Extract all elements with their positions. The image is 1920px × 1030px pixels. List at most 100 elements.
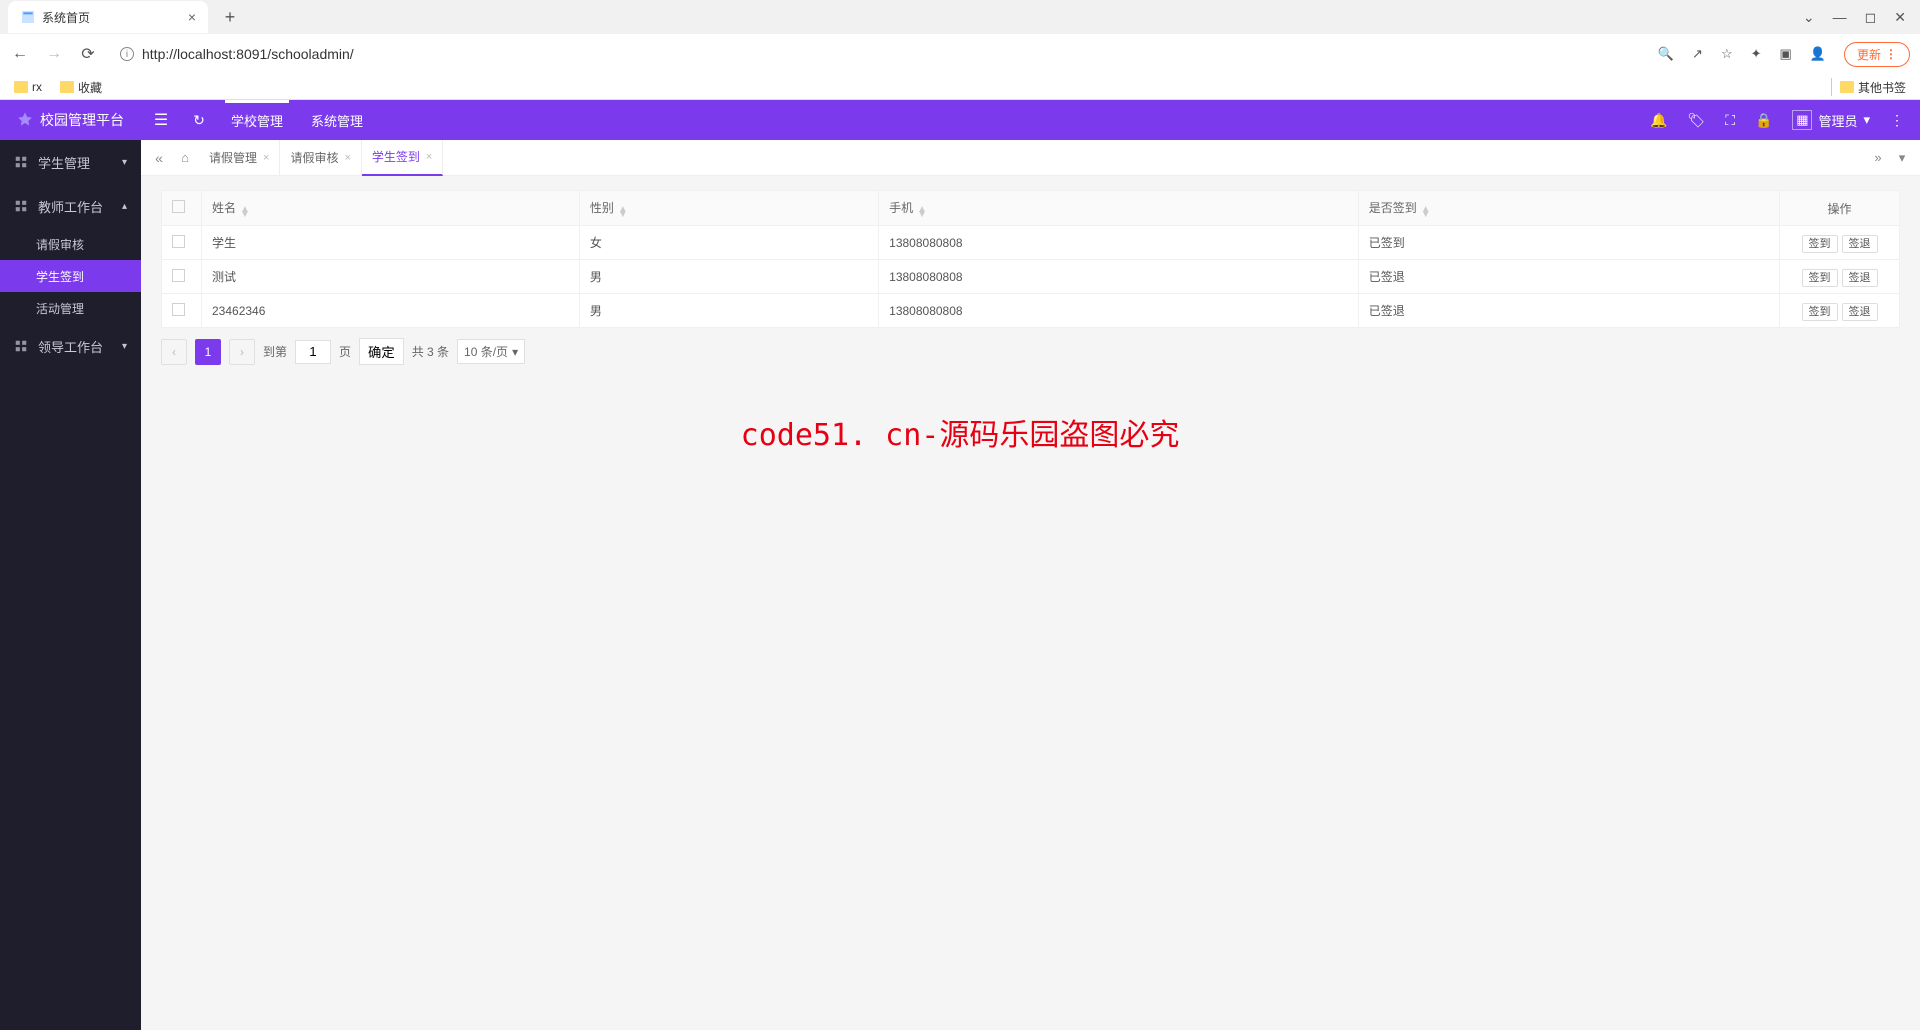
tab-leave-manage[interactable]: 请假管理× xyxy=(199,140,280,176)
col-phone[interactable]: 手机▲▼ xyxy=(879,191,1359,226)
row-checkbox[interactable] xyxy=(172,303,185,316)
row-action-button[interactable]: 签退 xyxy=(1842,303,1878,321)
row-action-button[interactable]: 签退 xyxy=(1842,235,1878,253)
update-button[interactable]: 更新⋮ xyxy=(1844,42,1910,67)
folder-icon xyxy=(60,81,74,93)
more-icon[interactable]: ⋮ xyxy=(1890,112,1904,129)
row-checkbox[interactable] xyxy=(172,269,185,282)
profile-icon[interactable]: 👤 xyxy=(1810,46,1826,62)
close-icon[interactable]: × xyxy=(263,152,269,164)
tabs-collapse-left[interactable]: « xyxy=(147,150,171,166)
col-status[interactable]: 是否签到▲▼ xyxy=(1358,191,1779,226)
tab-student-signin[interactable]: 学生签到× xyxy=(362,140,443,176)
cell-name: 测试 xyxy=(202,260,580,294)
sidebar-group-teacher[interactable]: 教师工作台 ▴ xyxy=(0,184,141,228)
page-size-select[interactable]: 10 条/页▾ xyxy=(457,339,525,364)
back-button[interactable]: ← xyxy=(10,45,30,63)
goto-label: 到第 xyxy=(263,343,287,360)
close-icon[interactable]: × xyxy=(188,9,196,25)
star-icon[interactable]: ☆ xyxy=(1721,46,1733,62)
browser-tab-title: 系统首页 xyxy=(42,9,90,26)
table-row: 测试男13808080808已签退签到签退 xyxy=(162,260,1900,294)
cell-status: 已签退 xyxy=(1358,260,1779,294)
sort-icon: ▲▼ xyxy=(240,207,250,217)
next-page[interactable]: › xyxy=(229,339,255,365)
divider xyxy=(1831,78,1832,96)
url-input[interactable]: i http://localhost:8091/schooladmin/ xyxy=(112,46,1644,62)
row-checkbox[interactable] xyxy=(172,235,185,248)
grid-icon xyxy=(14,155,28,169)
tabs-dropdown[interactable]: ▾ xyxy=(1890,150,1914,166)
minimize-icon[interactable]: — xyxy=(1833,9,1847,26)
top-menu-system[interactable]: 系统管理 xyxy=(297,100,377,140)
col-gender[interactable]: 性别▲▼ xyxy=(579,191,878,226)
watermark: code51. cn-源码乐园盗图必究 xyxy=(741,410,1180,454)
close-icon[interactable]: × xyxy=(344,152,350,164)
col-name[interactable]: 姓名▲▼ xyxy=(202,191,580,226)
page-1[interactable]: 1 xyxy=(195,339,221,365)
sidebar: 学生管理 ▾ 教师工作台 ▴ 请假审核 学生签到 活动管理 领导工作台 ▾ xyxy=(0,140,141,1030)
top-menu-school[interactable]: 学校管理 xyxy=(217,100,297,140)
new-tab-button[interactable]: + xyxy=(216,3,244,31)
sidebar-toggle[interactable]: ☰ xyxy=(141,110,181,130)
cell-name: 学生 xyxy=(202,226,580,260)
bookmark-item[interactable]: 收藏 xyxy=(60,79,102,96)
tag-icon[interactable]: 🏷 xyxy=(1687,112,1705,129)
bookmarks-bar: rx 收藏 其他书签 xyxy=(0,74,1920,100)
extensions-icon[interactable]: ✦ xyxy=(1751,46,1762,62)
reload-button[interactable]: ⟳ xyxy=(78,44,98,64)
sidebar-item-signin[interactable]: 学生签到 xyxy=(0,260,141,292)
chevron-down-icon[interactable]: ⌄ xyxy=(1803,9,1815,26)
bell-icon[interactable]: 🔔 xyxy=(1650,112,1667,129)
sidebar-item-activity[interactable]: 活动管理 xyxy=(0,292,141,324)
window-controls: ⌄ — ◻ ✕ xyxy=(1803,9,1920,26)
col-action: 操作 xyxy=(1780,191,1900,226)
forward-button[interactable]: → xyxy=(44,45,64,63)
cell-phone: 13808080808 xyxy=(879,226,1359,260)
checkbox-all[interactable] xyxy=(172,200,185,213)
goto-input[interactable] xyxy=(295,340,331,364)
lock-icon[interactable]: 🔒 xyxy=(1755,112,1772,129)
bookmark-item[interactable]: rx xyxy=(14,80,42,94)
browser-chrome: 系统首页 × + ⌄ — ◻ ✕ ← → ⟳ i http://localhos… xyxy=(0,0,1920,100)
sort-icon: ▲▼ xyxy=(917,207,927,217)
row-action-button[interactable]: 签到 xyxy=(1802,235,1838,253)
browser-tab-bar: 系统首页 × + ⌄ — ◻ ✕ xyxy=(0,0,1920,34)
prev-page[interactable]: ‹ xyxy=(161,339,187,365)
close-window-icon[interactable]: ✕ xyxy=(1894,9,1906,26)
zoom-icon[interactable]: 🔍 xyxy=(1658,46,1674,62)
panel-icon[interactable]: ▣ xyxy=(1780,46,1792,62)
user-menu[interactable]: ▦ 管理员 ▾ xyxy=(1792,110,1870,130)
chevron-down-icon: ▾ xyxy=(512,345,518,359)
browser-tab[interactable]: 系统首页 × xyxy=(8,1,208,33)
brand[interactable]: 校园管理平台 xyxy=(0,110,141,130)
main-area: « ⌂ 请假管理× 请假审核× 学生签到× » ▾ 姓名▲▼ 性别▲▼ 手机▲▼ xyxy=(141,140,1920,1030)
close-icon[interactable]: × xyxy=(426,151,432,163)
pagination: ‹ 1 › 到第 页 确定 共 3 条 10 条/页▾ xyxy=(161,338,1900,365)
refresh-button[interactable]: ↻ xyxy=(181,112,217,129)
sidebar-group-student[interactable]: 学生管理 ▾ xyxy=(0,140,141,184)
site-info-icon[interactable]: i xyxy=(120,47,134,61)
maximize-icon[interactable]: ◻ xyxy=(1865,9,1877,26)
table-row: 学生女13808080808已签到签到签退 xyxy=(162,226,1900,260)
row-action-button[interactable]: 签到 xyxy=(1802,303,1838,321)
sidebar-item-leave-audit[interactable]: 请假审核 xyxy=(0,228,141,260)
row-action-button[interactable]: 签到 xyxy=(1802,269,1838,287)
address-bar: ← → ⟳ i http://localhost:8091/schooladmi… xyxy=(0,34,1920,74)
url-text: http://localhost:8091/schooladmin/ xyxy=(142,46,354,62)
sidebar-group-leader[interactable]: 领导工作台 ▾ xyxy=(0,324,141,368)
page-tabs: « ⌂ 请假管理× 请假审核× 学生签到× » ▾ xyxy=(141,140,1920,176)
cell-gender: 男 xyxy=(579,294,878,328)
tab-leave-audit[interactable]: 请假审核× xyxy=(280,140,361,176)
folder-icon xyxy=(14,81,28,93)
row-action-button[interactable]: 签退 xyxy=(1842,269,1878,287)
logo-icon xyxy=(16,111,34,129)
share-icon[interactable]: ↗ xyxy=(1692,46,1703,62)
tabs-collapse-right[interactable]: » xyxy=(1866,150,1890,165)
home-icon[interactable]: ⌂ xyxy=(171,150,199,165)
goto-confirm[interactable]: 确定 xyxy=(359,338,404,365)
other-bookmarks[interactable]: 其他书签 xyxy=(1840,79,1906,96)
fullscreen-icon[interactable]: ⛶ xyxy=(1725,112,1735,129)
grid-icon xyxy=(14,199,28,213)
goto-suffix: 页 xyxy=(339,343,351,360)
